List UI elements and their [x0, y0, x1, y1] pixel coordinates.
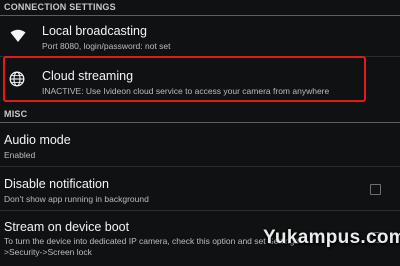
cloud-streaming-highlight-box: [3, 56, 366, 102]
disable-notification-subtitle: Don't show app running in background: [4, 194, 149, 204]
misc-header: MISC: [4, 109, 28, 119]
audio-mode-title: Audio mode: [4, 133, 71, 147]
disable-notification-title: Disable notification: [4, 177, 109, 191]
stream-on-boot-subtitle-line2: >Security->Screen lock: [4, 247, 92, 257]
stream-on-boot-title: Stream on device boot: [4, 220, 130, 234]
stream-on-boot-subtitle-line1: To turn the device into dedicated IP cam…: [4, 236, 299, 246]
audio-mode-row[interactable]: Audio mode Enabled: [0, 123, 400, 165]
local-broadcasting-subtitle: Port 8080, login/password: not set: [42, 41, 171, 51]
connection-settings-header: CONNECTION SETTINGS: [4, 2, 116, 12]
watermark-text: Yukampus.com: [263, 227, 400, 248]
disable-notification-row[interactable]: Disable notification Don't show app runn…: [0, 167, 400, 209]
audio-mode-subtitle: Enabled: [4, 150, 36, 160]
local-broadcasting-title: Local broadcasting: [42, 24, 147, 38]
wifi-icon: [10, 29, 26, 42]
local-broadcasting-row[interactable]: Local broadcasting Port 8080, login/pass…: [0, 16, 400, 56]
disable-notification-checkbox[interactable]: [370, 184, 381, 195]
